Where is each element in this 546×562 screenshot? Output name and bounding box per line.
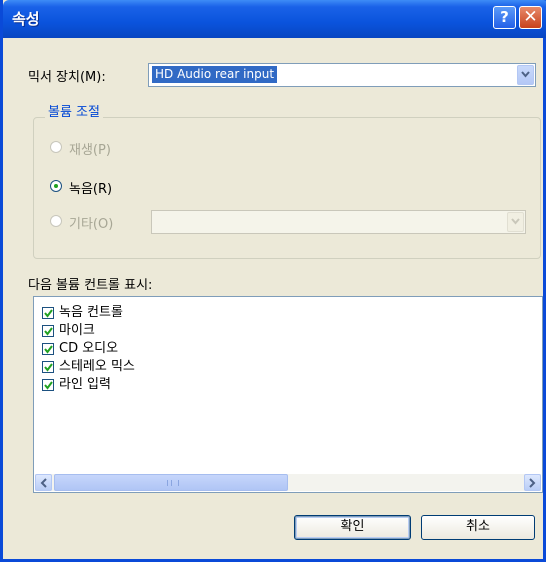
volume-group-title: 볼륨 조절 bbox=[45, 101, 103, 120]
playback-radio[interactable] bbox=[50, 141, 62, 153]
close-button[interactable]: ✕ bbox=[519, 6, 542, 29]
mixer-device-dropdown[interactable]: HD Audio rear input bbox=[148, 63, 536, 87]
list-item-label: 라인 입력 bbox=[59, 377, 111, 392]
help-button[interactable]: ? bbox=[493, 6, 516, 29]
window-title: 속성 bbox=[12, 10, 40, 28]
recording-radio[interactable] bbox=[50, 180, 62, 192]
grip-icon bbox=[167, 480, 179, 486]
checkbox-stereo-mix[interactable] bbox=[42, 361, 54, 373]
other-radio-label: 기타(O) bbox=[69, 217, 114, 232]
dropdown-arrow-icon[interactable] bbox=[517, 65, 534, 85]
horizontal-scrollbar[interactable] bbox=[35, 474, 541, 491]
checkbox-cd-audio[interactable] bbox=[42, 343, 54, 355]
checkbox-recording-control[interactable] bbox=[42, 307, 54, 319]
other-radio[interactable] bbox=[50, 215, 62, 227]
list-item-label: 녹음 컨트롤 bbox=[59, 305, 123, 320]
title-bar[interactable]: 속성 ? ✕ bbox=[3, 0, 546, 38]
properties-dialog: 속성 ? ✕ 믹서 장치(M): HD Audio rear input 볼륨 … bbox=[0, 0, 546, 562]
ok-button[interactable]: 확인 bbox=[294, 515, 411, 540]
other-device-dropdown[interactable] bbox=[151, 210, 526, 234]
list-item-label: 스테레오 믹스 bbox=[59, 359, 135, 374]
list-item-label: CD 오디오 bbox=[59, 341, 119, 356]
list-item-label: 마이크 bbox=[59, 323, 95, 338]
checkbox-microphone[interactable] bbox=[42, 325, 54, 337]
scrollbar-thumb[interactable] bbox=[54, 474, 288, 491]
playback-radio-label: 재생(P) bbox=[69, 143, 111, 158]
show-controls-label: 다음 볼륨 컨트롤 표시: bbox=[28, 278, 153, 293]
mixer-device-value: HD Audio rear input bbox=[152, 66, 278, 83]
mixer-device-label: 믹서 장치(M): bbox=[28, 70, 106, 85]
volume-controls-list[interactable]: 녹음 컨트롤 마이크 CD 오디오 스테레오 믹스 라인 입력 bbox=[33, 296, 543, 493]
recording-radio-label: 녹음(R) bbox=[69, 182, 113, 197]
scroll-right-button[interactable] bbox=[524, 474, 541, 491]
checkbox-line-in[interactable] bbox=[42, 379, 54, 391]
cancel-button[interactable]: 취소 bbox=[421, 515, 535, 540]
disabled-dropdown-arrow-icon bbox=[507, 212, 524, 232]
scroll-left-button[interactable] bbox=[35, 474, 52, 491]
